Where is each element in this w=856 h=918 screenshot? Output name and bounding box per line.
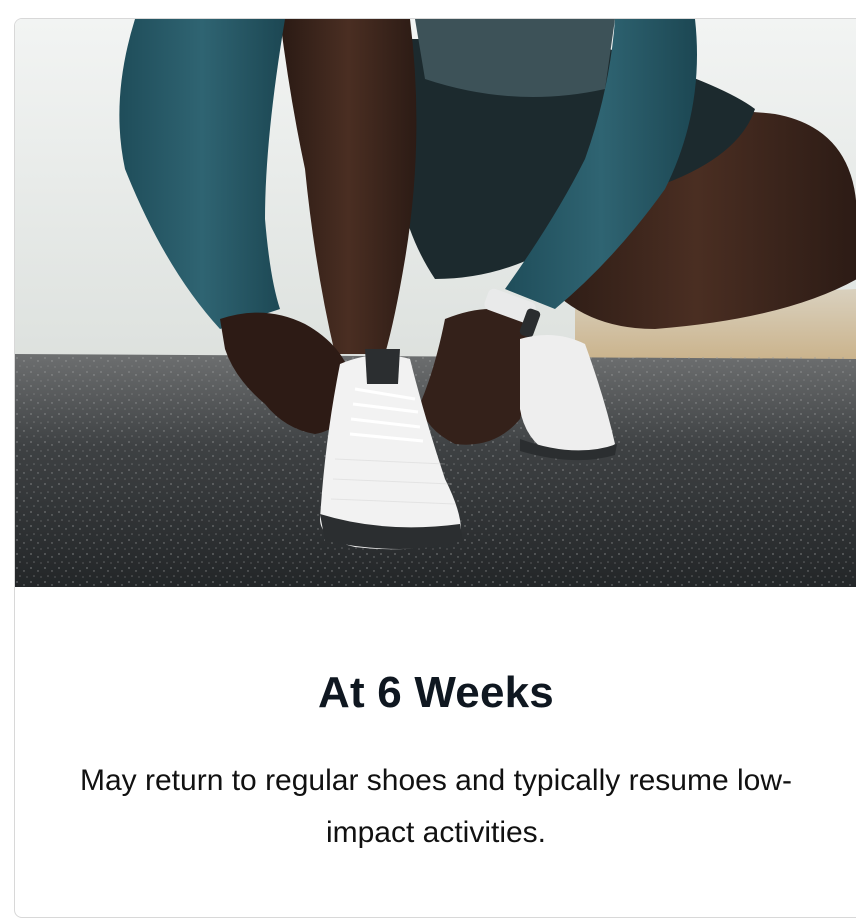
person-tying-running-shoe-image	[15, 19, 856, 587]
milestone-card: At 6 Weeks May return to regular shoes a…	[14, 18, 856, 918]
card-body: At 6 Weeks May return to regular shoes a…	[15, 587, 856, 907]
hero-image	[15, 19, 856, 587]
card-title: At 6 Weeks	[318, 668, 554, 717]
card-description: May return to regular shoes and typicall…	[80, 764, 792, 849]
